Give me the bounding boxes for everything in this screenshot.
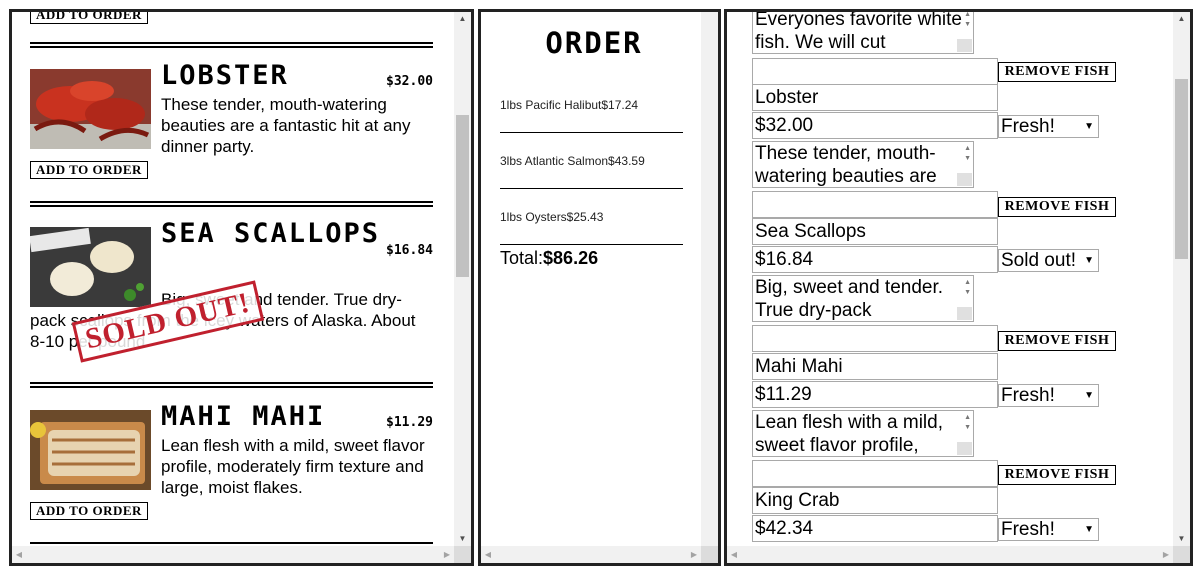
menu-panel[interactable]: ADD TO ORDER LOBSTER $32.00 These tender…	[9, 9, 474, 566]
add-to-order-button[interactable]: ADD TO ORDER	[30, 502, 148, 520]
textarea-spinner-icon[interactable]: ▲ ▼	[964, 413, 971, 433]
horizontal-scrollbar[interactable]: ◀ ▶	[12, 546, 471, 563]
chevron-down-icon: ▼	[1084, 390, 1094, 401]
resize-grip-icon[interactable]	[957, 442, 972, 455]
divider	[30, 201, 433, 207]
order-title: ORDER	[545, 26, 643, 60]
divider	[500, 132, 683, 133]
scroll-down-icon[interactable]: ▼	[454, 532, 471, 546]
resize-grip-icon[interactable]	[957, 307, 972, 320]
scroll-left-icon[interactable]: ◀	[12, 546, 26, 563]
fish-price-field[interactable]: $42.34	[752, 515, 998, 542]
scroll-left-icon[interactable]: ◀	[481, 546, 495, 563]
order-total-value: $86.26	[543, 248, 599, 268]
textarea-spinner-icon[interactable]: ▲ ▼	[964, 12, 971, 30]
textarea-spinner-icon[interactable]: ▲ ▼	[964, 144, 971, 164]
remove-fish-button[interactable]: REMOVE FISH	[998, 331, 1116, 351]
remove-fish-button[interactable]: REMOVE FISH	[998, 62, 1116, 82]
add-to-order-button[interactable]: ADD TO ORDER	[30, 161, 148, 179]
fish-status-select[interactable]: Sold out! ▼	[998, 249, 1099, 272]
order-total: Total:$86.26	[500, 248, 598, 269]
menu-item-name: SEA SCALLOPS	[161, 218, 381, 249]
fish-price-field[interactable]: $11.29	[752, 381, 998, 408]
scrollbar-thumb[interactable]	[456, 115, 469, 277]
resize-grip-icon[interactable]	[957, 39, 972, 52]
fish-status-select[interactable]: Fresh! ▼	[998, 518, 1099, 541]
menu-item-description: These tender, mouth-watering beauties ar…	[161, 95, 411, 156]
menu-item-price: $32.00	[386, 74, 433, 89]
remove-fish-button[interactable]: REMOVE FISH	[998, 465, 1116, 485]
mahi-mahi-image	[30, 410, 151, 490]
divider	[30, 542, 433, 544]
fish-price-field[interactable]: $32.00	[752, 112, 998, 139]
add-to-order-button-top[interactable]: ADD TO ORDER	[30, 12, 148, 24]
scroll-right-icon[interactable]: ▶	[687, 546, 701, 563]
fish-image-field[interactable]	[752, 58, 998, 85]
horizontal-scrollbar[interactable]: ◀ ▶	[481, 546, 718, 563]
fish-status-select[interactable]: Fresh! ▼	[998, 115, 1099, 138]
fish-description-textarea[interactable]: Lean flesh with a mild, sweet flavor pro…	[752, 410, 974, 457]
scroll-up-icon[interactable]: ▲	[454, 12, 471, 26]
menu-item-price: $16.84	[386, 243, 433, 258]
vertical-scrollbar[interactable]: ▲ ▼	[454, 12, 471, 546]
scroll-up-icon[interactable]: ▲	[1173, 12, 1190, 26]
vertical-scrollbar[interactable]	[701, 12, 718, 546]
order-total-label: Total:	[500, 248, 544, 268]
scroll-corner	[701, 546, 718, 563]
chevron-down-icon: ▼	[1084, 524, 1094, 535]
order-line: 3lbs Atlantic Salmon$43.59	[500, 154, 645, 168]
vertical-scrollbar[interactable]: ▲ ▼	[1173, 12, 1190, 546]
scroll-corner	[454, 546, 471, 563]
scroll-right-icon[interactable]: ▶	[1159, 546, 1173, 563]
chevron-down-icon: ▼	[1084, 121, 1094, 132]
chevron-down-icon: ▼	[1084, 255, 1094, 266]
order-line: 1lbs Oysters$25.43	[500, 210, 604, 224]
menu-item-name: MAHI MAHI	[161, 401, 326, 432]
divider	[30, 382, 433, 388]
order-line: 1lbs Pacific Halibut$17.24	[500, 98, 639, 112]
scroll-corner	[1173, 546, 1190, 563]
fish-name-field[interactable]: Sea Scallops	[752, 218, 998, 245]
fish-image-field[interactable]	[752, 191, 998, 218]
divider	[500, 188, 683, 189]
scrollbar-thumb[interactable]	[1175, 79, 1188, 259]
resize-grip-icon[interactable]	[957, 173, 972, 186]
scroll-left-icon[interactable]: ◀	[727, 546, 741, 563]
fish-description-textarea[interactable]: Big, sweet and tender. True dry-pack ▲ ▼	[752, 275, 974, 322]
menu-item-description: Lean flesh with a mild, sweet flavor pro…	[161, 436, 425, 497]
inventory-panel[interactable]: Everyones favorite white fish. We will c…	[724, 9, 1193, 566]
divider	[500, 244, 683, 245]
order-panel: ORDER 1lbs Pacific Halibut$17.24 3lbs At…	[478, 9, 721, 566]
fish-image-field[interactable]	[752, 325, 998, 352]
fish-description-textarea[interactable]: These tender, mouth-watering beauties ar…	[752, 141, 974, 188]
fish-name-field[interactable]: Lobster	[752, 84, 998, 111]
fish-description-textarea[interactable]: Everyones favorite white fish. We will c…	[752, 12, 974, 54]
divider	[30, 42, 433, 48]
textarea-spinner-icon[interactable]: ▲ ▼	[964, 278, 971, 298]
scroll-down-icon[interactable]: ▼	[1173, 532, 1190, 546]
horizontal-scrollbar[interactable]: ◀ ▶	[727, 546, 1190, 563]
fish-name-field[interactable]: Mahi Mahi	[752, 353, 998, 380]
menu-item-name: LOBSTER	[161, 60, 289, 91]
remove-fish-button[interactable]: REMOVE FISH	[998, 197, 1116, 217]
fish-price-field[interactable]: $16.84	[752, 246, 998, 273]
scroll-right-icon[interactable]: ▶	[440, 546, 454, 563]
lobster-image	[30, 69, 151, 149]
menu-item-price: $11.29	[386, 415, 433, 430]
fish-status-select[interactable]: Fresh! ▼	[998, 384, 1099, 407]
fish-image-field[interactable]	[752, 460, 998, 487]
fish-name-field[interactable]: King Crab	[752, 487, 998, 514]
